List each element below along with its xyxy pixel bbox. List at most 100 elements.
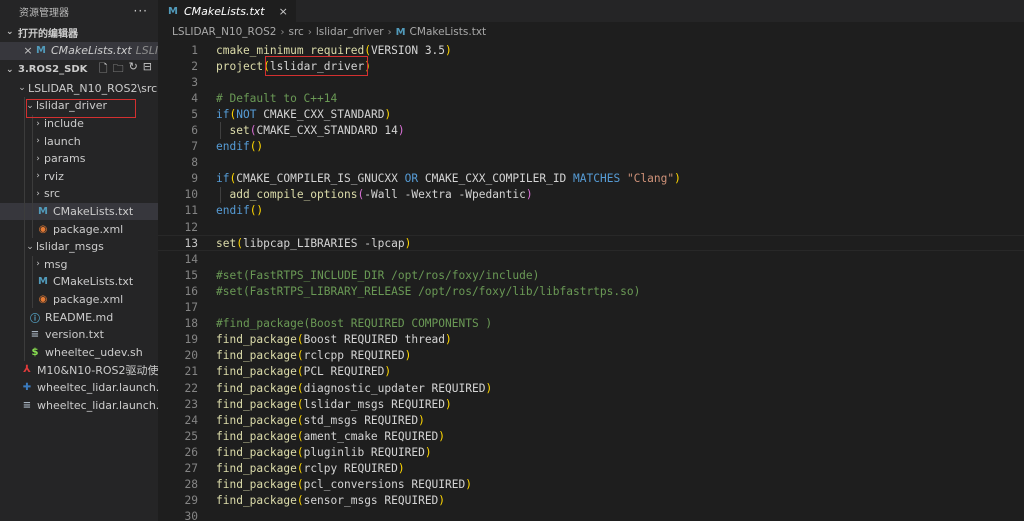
tree-item[interactable]: ≡ version.txt — [0, 325, 158, 344]
code-line[interactable]: 27 find_package(rclpy REQUIRED) — [158, 460, 1024, 476]
tree-item[interactable]: › rviz — [0, 167, 158, 186]
open-editor-item[interactable]: × M CMakeLists.txt LSLID... — [0, 42, 158, 60]
code-line[interactable]: 9 if(CMAKE_COMPILER_IS_GNUCXX OR CMAKE_CX… — [158, 171, 1024, 187]
tree-item[interactable]: ◉ package.xml — [0, 220, 158, 238]
code-line[interactable]: 13 set(libpcap_LIBRARIES -lpcap) — [158, 235, 1024, 252]
tree-item-label: LSLIDAR_N10_ROS2\src — [28, 81, 158, 95]
code-token: find_package — [216, 445, 297, 459]
code-line[interactable]: 19 find_package(Boost REQUIRED thread) — [158, 332, 1024, 348]
collapse-all-icon[interactable]: ⊟ — [143, 60, 152, 79]
code-line[interactable]: 11 endif() — [158, 203, 1024, 219]
code-token: CMAKE_CXX_STANDARD 14 — [256, 124, 398, 138]
indent-guide — [32, 220, 33, 238]
chevron-right-icon: › — [36, 188, 40, 199]
tree-item-label: README.md — [45, 310, 114, 324]
code-line[interactable]: 4 # Default to C++14 — [158, 90, 1024, 106]
code-line[interactable]: 28 find_package(pcl_conversions REQUIRED) — [158, 477, 1024, 493]
code-line[interactable]: 25 find_package(ament_cmake REQUIRED) — [158, 428, 1024, 444]
close-icon[interactable]: × — [22, 44, 34, 57]
tree-item[interactable]: ⓘ README.md — [0, 308, 158, 326]
tree-item[interactable]: $ wheeltec_udev.sh — [0, 343, 158, 362]
breadcrumb: LSLIDAR_N10_ROS2 › src › lslidar_driver … — [158, 22, 1024, 42]
code-line[interactable]: 18 #find_package(Boost REQUIRED COMPONENT… — [158, 316, 1024, 332]
code-token: MATCHES — [573, 172, 621, 186]
code-token: ) — [364, 59, 371, 73]
code-text: find_package(PCL REQUIRED) — [198, 365, 391, 378]
code-token: libpcap_LIBRARIES -lpcap — [242, 236, 405, 250]
tree-item-label: wheeltec_udev.sh — [45, 345, 143, 359]
tree-item[interactable]: › msg — [0, 255, 158, 274]
tree-item[interactable]: ⌄ LSLIDAR_N10_ROS2\src — [0, 80, 158, 98]
code-line[interactable]: 7 endif() — [158, 139, 1024, 155]
code-token: CMAKE_COMPILER_IS_GNUCXX — [236, 172, 405, 186]
code-text: find_package(diagnostic_updater REQUIRED… — [198, 382, 492, 395]
code-text: endif() — [198, 204, 263, 217]
tree-item[interactable]: › include — [0, 114, 158, 133]
code-line[interactable]: 3 — [158, 74, 1024, 90]
code-line[interactable]: 21 find_package(PCL REQUIRED) — [158, 364, 1024, 380]
code-line[interactable]: 16 #set(FastRTPS_LIBRARY_RELEASE /opt/ros… — [158, 283, 1024, 299]
code-line[interactable]: 17 — [158, 300, 1024, 316]
close-icon[interactable]: × — [279, 5, 288, 18]
code-token: #set(FastRTPS_INCLUDE_DIR /opt/ros/foxy/… — [216, 268, 540, 282]
code-token: ) — [424, 445, 432, 459]
tree-item[interactable]: ≡ wheeltec_lidar.launch.py... — [0, 396, 158, 414]
pdf-file-icon: ⅄ — [23, 364, 31, 376]
code-text: cmake_minimum_required(VERSION 3.5) — [198, 44, 452, 57]
code-token: Boost REQUIRED thread — [303, 333, 446, 347]
refresh-icon[interactable]: ↻ — [129, 60, 138, 79]
code-line[interactable]: 6 set(CMAKE_CXX_STANDARD 14) — [158, 122, 1024, 139]
code-token: ) — [465, 478, 472, 492]
tree-item[interactable]: ⌄ lslidar_msgs — [0, 237, 158, 256]
code-line[interactable]: 30 — [158, 509, 1024, 521]
code-token: sensor_msgs REQUIRED — [303, 494, 439, 508]
code-line[interactable]: 14 — [158, 251, 1024, 267]
code-line[interactable]: 2 project(lslidar_driver) — [158, 58, 1024, 74]
tree-item[interactable]: › params — [0, 149, 158, 168]
new-file-icon[interactable]: 🗋 — [99, 60, 108, 79]
tree-item[interactable]: ⅄ M10&N10-ROS2驱动使用... — [0, 361, 158, 379]
code-line[interactable]: 15 #set(FastRTPS_INCLUDE_DIR /opt/ros/fox… — [158, 267, 1024, 283]
tree-item[interactable]: M CMakeLists.txt — [0, 202, 158, 221]
code-line[interactable]: 26 find_package(pluginlib REQUIRED) — [158, 444, 1024, 460]
more-actions-icon[interactable]: ··· — [134, 4, 148, 18]
code-line[interactable]: 12 — [158, 219, 1024, 235]
file-icon: ≡ — [22, 399, 32, 411]
code-token: ) — [404, 349, 412, 363]
code-line[interactable]: 8 — [158, 155, 1024, 171]
code-line[interactable]: 5 if(NOT CMAKE_CXX_STANDARD) — [158, 106, 1024, 122]
line-number: 9 — [191, 172, 198, 186]
tree-item[interactable]: ⌄ lslidar_driver — [0, 97, 158, 115]
breadcrumb-item[interactable]: lslidar_driver — [316, 26, 384, 38]
code-token: ( — [296, 478, 304, 492]
workspace-section[interactable]: ⌄ 3.ROS2_SDK 🗋 🗀 ↻ ⊟ — [0, 60, 158, 80]
line-number: 15 — [184, 268, 198, 282]
code-token: ( — [296, 365, 304, 379]
code-line[interactable]: 29 find_package(sensor_msgs REQUIRED) — [158, 493, 1024, 509]
tree-item[interactable]: › src — [0, 185, 158, 203]
chevron-right-icon: › — [36, 153, 40, 164]
code-editor[interactable]: 1 cmake_minimum_required(VERSION 3.5) 2 pro… — [158, 42, 1024, 521]
code-line[interactable]: 22 find_package(diagnostic_updater REQUIR… — [158, 380, 1024, 396]
code-line[interactable]: 23 find_package(lslidar_msgs REQUIRED) — [158, 396, 1024, 412]
tree-item[interactable]: › launch — [0, 132, 158, 150]
code-line[interactable]: 10 add_compile_options(-Wall -Wextra -Wp… — [158, 186, 1024, 203]
code-line[interactable]: 1 cmake_minimum_required(VERSION 3.5) — [158, 42, 1024, 58]
tree-item-label: src — [44, 187, 61, 201]
tab-cmakelists[interactable]: M CMakeLists.txt × — [158, 0, 296, 22]
line-number: 2 — [191, 59, 198, 73]
code-line[interactable]: 20 find_package(rclcpp REQUIRED) — [158, 348, 1024, 364]
breadcrumb-item[interactable]: src — [288, 26, 303, 38]
breadcrumb-item[interactable]: LSLIDAR_N10_ROS2 — [172, 26, 276, 38]
line-number: 3 — [191, 75, 198, 89]
tree-item[interactable]: ◉ package.xml — [0, 290, 158, 309]
tree-item[interactable]: M CMakeLists.txt — [0, 273, 158, 291]
tree-item[interactable]: ✚ wheeltec_lidar.launch.py — [0, 379, 158, 397]
new-folder-icon[interactable]: 🗀 — [113, 60, 124, 79]
code-line[interactable]: 24 find_package(std_msgs REQUIRED) — [158, 412, 1024, 428]
breadcrumb-item[interactable]: CMakeLists.txt — [410, 26, 487, 38]
line-number: 20 — [184, 349, 198, 363]
open-editors-section[interactable]: ⌄ 打开的编辑器 — [0, 22, 158, 42]
